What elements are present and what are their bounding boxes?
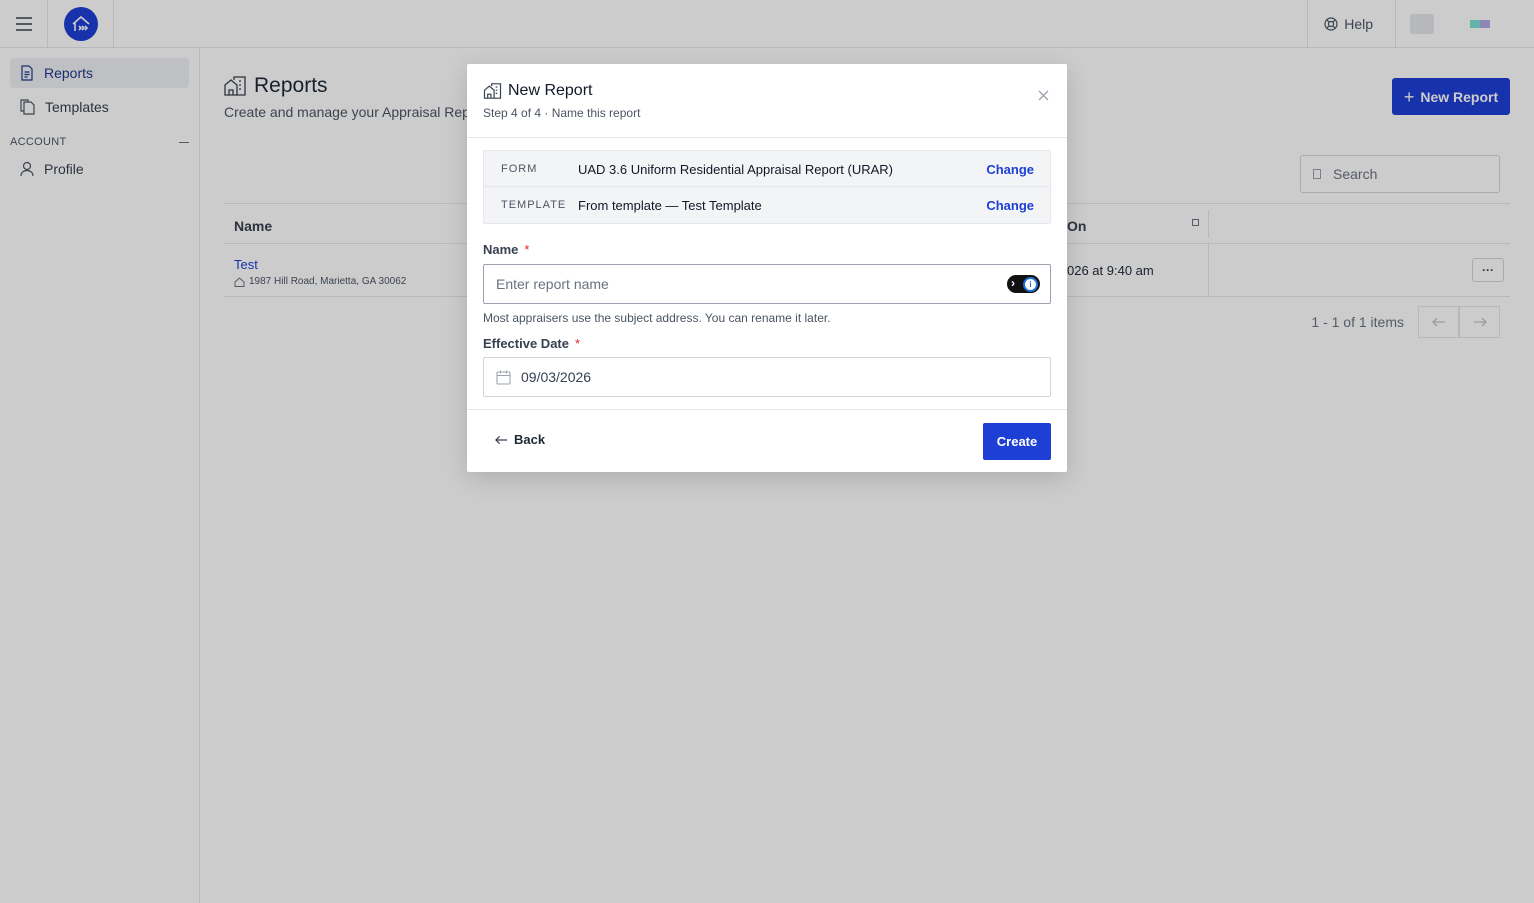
- name-hint: Most appraisers use the subject address.…: [483, 311, 831, 325]
- required-marker: *: [574, 336, 581, 351]
- effective-date-value: 09/03/2026: [521, 369, 592, 385]
- password-manager-icon[interactable]: › i: [1007, 275, 1040, 293]
- create-button[interactable]: Create: [983, 423, 1051, 460]
- date-field-label: Effective Date *: [483, 336, 580, 351]
- chevron-right-icon: ›: [1011, 276, 1015, 290]
- new-report-dialog: New Report Step 4 of 4 · Name this repor…: [467, 64, 1067, 472]
- name-field-label: Name *: [483, 242, 529, 257]
- dialog-title-text: New Report: [508, 82, 593, 99]
- calendar-icon: [496, 370, 511, 385]
- dialog-header: New Report Step 4 of 4 · Name this repor…: [467, 64, 1067, 138]
- dialog-footer: Back Create: [467, 409, 1067, 472]
- change-form-button[interactable]: Change: [986, 162, 1034, 177]
- summary-row-form: FORM UAD 3.6 Uniform Residential Apprais…: [484, 151, 1050, 187]
- name-label-text: Name: [483, 242, 519, 257]
- change-template-button[interactable]: Change: [986, 198, 1034, 213]
- summary-label: FORM: [501, 163, 538, 175]
- effective-date-picker[interactable]: 09/03/2026: [483, 357, 1051, 397]
- report-name-input[interactable]: [483, 264, 1051, 304]
- back-button[interactable]: Back: [495, 432, 545, 447]
- back-label: Back: [514, 432, 546, 447]
- dialog-title: New Report: [483, 82, 592, 100]
- dialog-step-indicator: Step 4 of 4 · Name this report: [483, 106, 641, 120]
- summary-label: TEMPLATE: [501, 199, 567, 211]
- password-manager-knob: i: [1023, 276, 1038, 292]
- required-marker: *: [524, 242, 530, 257]
- summary-value: UAD 3.6 Uniform Residential Appraisal Re…: [578, 162, 894, 177]
- close-icon[interactable]: [1035, 87, 1051, 103]
- selection-summary: FORM UAD 3.6 Uniform Residential Apprais…: [483, 150, 1051, 224]
- summary-value: From template — Test Template: [578, 198, 762, 213]
- arrow-left-icon: [495, 435, 508, 444]
- date-label-text: Effective Date: [483, 336, 569, 351]
- buildings-icon: [483, 83, 502, 99]
- summary-row-template: TEMPLATE From template — Test Template C…: [484, 187, 1050, 223]
